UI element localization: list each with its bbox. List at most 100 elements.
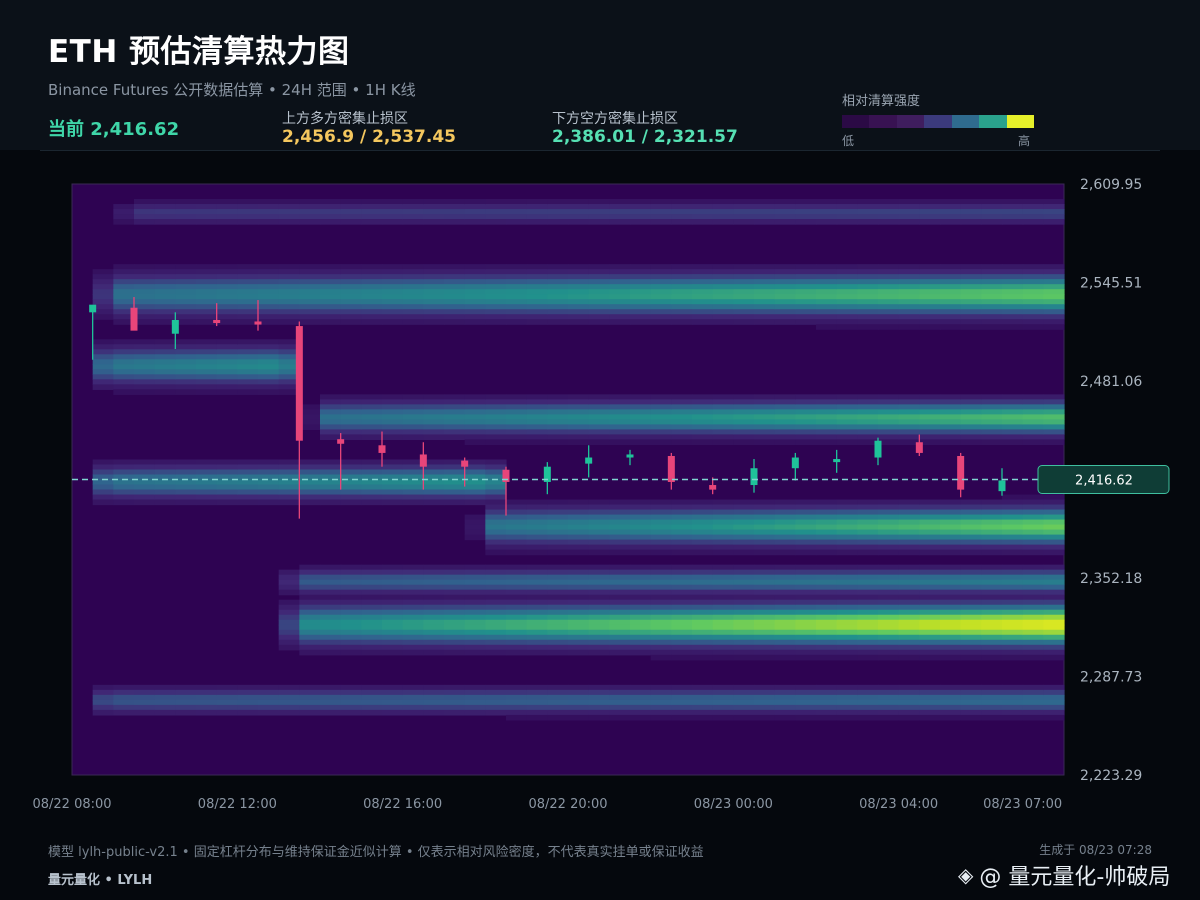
heatmap-cell [609, 439, 631, 446]
heatmap-cell [650, 404, 672, 410]
heatmap-cell [733, 409, 755, 415]
heatmap-cell [1043, 279, 1065, 285]
current-price-badge-text: 2,416.62 [1075, 474, 1133, 489]
heatmap-cell [795, 434, 817, 441]
heatmap-cell [547, 284, 569, 290]
heatmap-cell [650, 299, 672, 305]
heatmap-cell [650, 564, 672, 571]
heatmap-cell [857, 504, 879, 511]
heatmap-cell [402, 634, 424, 641]
heatmap-cell [712, 204, 734, 210]
heatmap-cell [444, 489, 466, 496]
heatmap-cell [774, 524, 796, 531]
heatmap-cell [774, 569, 796, 576]
heatmap-cell [692, 439, 714, 446]
heatmap-cell [216, 464, 238, 471]
heatmap-cell [795, 304, 817, 310]
heatmap-cell [547, 419, 569, 426]
heatmap-cell [485, 214, 507, 220]
heatmap-cell [299, 314, 321, 320]
heatmap-cell [754, 684, 776, 691]
heatmap-cell [919, 564, 941, 571]
heatmap-cell [547, 509, 569, 516]
heatmap-cell [795, 424, 817, 431]
heatmap-cell [258, 364, 280, 370]
heatmap-cell [940, 404, 962, 410]
heatmap-cell [113, 299, 135, 305]
heatmap-cell [320, 469, 342, 476]
heatmap-cell [692, 274, 714, 280]
heatmap-cell [320, 284, 342, 290]
heatmap-cell [444, 289, 466, 295]
heatmap-cell [340, 204, 362, 210]
candle-body-up [750, 468, 758, 486]
heatmap-cell [1022, 424, 1044, 431]
heatmap-cell [278, 689, 300, 696]
heatmap-cell [692, 699, 714, 706]
heatmap-cell [237, 459, 259, 466]
heatmap-cell [485, 299, 507, 305]
heatmap-cell [836, 619, 858, 626]
heatmap-cell [340, 614, 362, 621]
heatmap-cell [609, 704, 631, 711]
heatmap-cell [774, 219, 796, 225]
heatmap-cell [340, 464, 362, 471]
heatmap-cell [650, 434, 672, 441]
heatmap-cell [754, 599, 776, 606]
heatmap-cell [340, 489, 362, 496]
heatmap-cell [423, 489, 445, 496]
heatmap-cell [175, 369, 197, 375]
heatmap-cell [216, 294, 238, 300]
heatmap-cell [919, 284, 941, 290]
heatmap-cell [671, 199, 693, 205]
heatmap-cell [960, 279, 982, 285]
heatmap-cell [671, 269, 693, 275]
heatmap-cell [506, 274, 528, 280]
heatmap-cell [92, 369, 114, 375]
heatmap-cell [754, 704, 776, 711]
heatmap-cell [340, 429, 362, 436]
heatmap-cell [92, 314, 114, 320]
heatmap-cell [568, 214, 590, 220]
heatmap-cell [92, 484, 114, 491]
heatmap-cell [754, 319, 776, 325]
heatmap-cell [650, 594, 672, 601]
heatmap-cell [1022, 509, 1044, 516]
heatmap-cell [671, 604, 693, 611]
heatmap-cell [154, 694, 176, 701]
heatmap-cell [1002, 714, 1024, 721]
heatmap-cell [237, 349, 259, 355]
heatmap-cell [609, 499, 631, 506]
heatmap-cell [154, 214, 176, 220]
heatmap-cell [878, 214, 900, 220]
heatmap-cell [154, 709, 176, 716]
heatmap-cell [1043, 299, 1065, 305]
heatmap-cell [216, 459, 238, 466]
heatmap-cell [485, 699, 507, 706]
heatmap-cell [526, 649, 548, 656]
heatmap-cell [712, 524, 734, 531]
heatmap-cell [857, 649, 879, 656]
heatmap-cell [382, 309, 404, 315]
heatmap-cell [1002, 639, 1024, 646]
heatmap-cell [320, 404, 342, 410]
heatmap-cell [960, 584, 982, 591]
heatmap-cell [506, 529, 528, 536]
heatmap-cell [464, 439, 486, 446]
heatmap-cell [960, 414, 982, 420]
heatmap-cell [940, 594, 962, 601]
heatmap-cell [299, 694, 321, 701]
heatmap-cell [671, 534, 693, 541]
heatmap-cell [692, 574, 714, 581]
heatmap-cell [588, 699, 610, 706]
heatmap-cell [464, 399, 486, 405]
heatmap-cell [1022, 514, 1044, 521]
heatmap-cell [1043, 214, 1065, 220]
heatmap-cell [444, 589, 466, 596]
heatmap-cell [919, 604, 941, 611]
heatmap-cell [836, 609, 858, 616]
heatmap-cell [506, 499, 528, 506]
y-tick-label: 2,609.95 [1080, 177, 1142, 193]
heatmap-cell [816, 394, 838, 400]
heatmap-cell [650, 574, 672, 581]
